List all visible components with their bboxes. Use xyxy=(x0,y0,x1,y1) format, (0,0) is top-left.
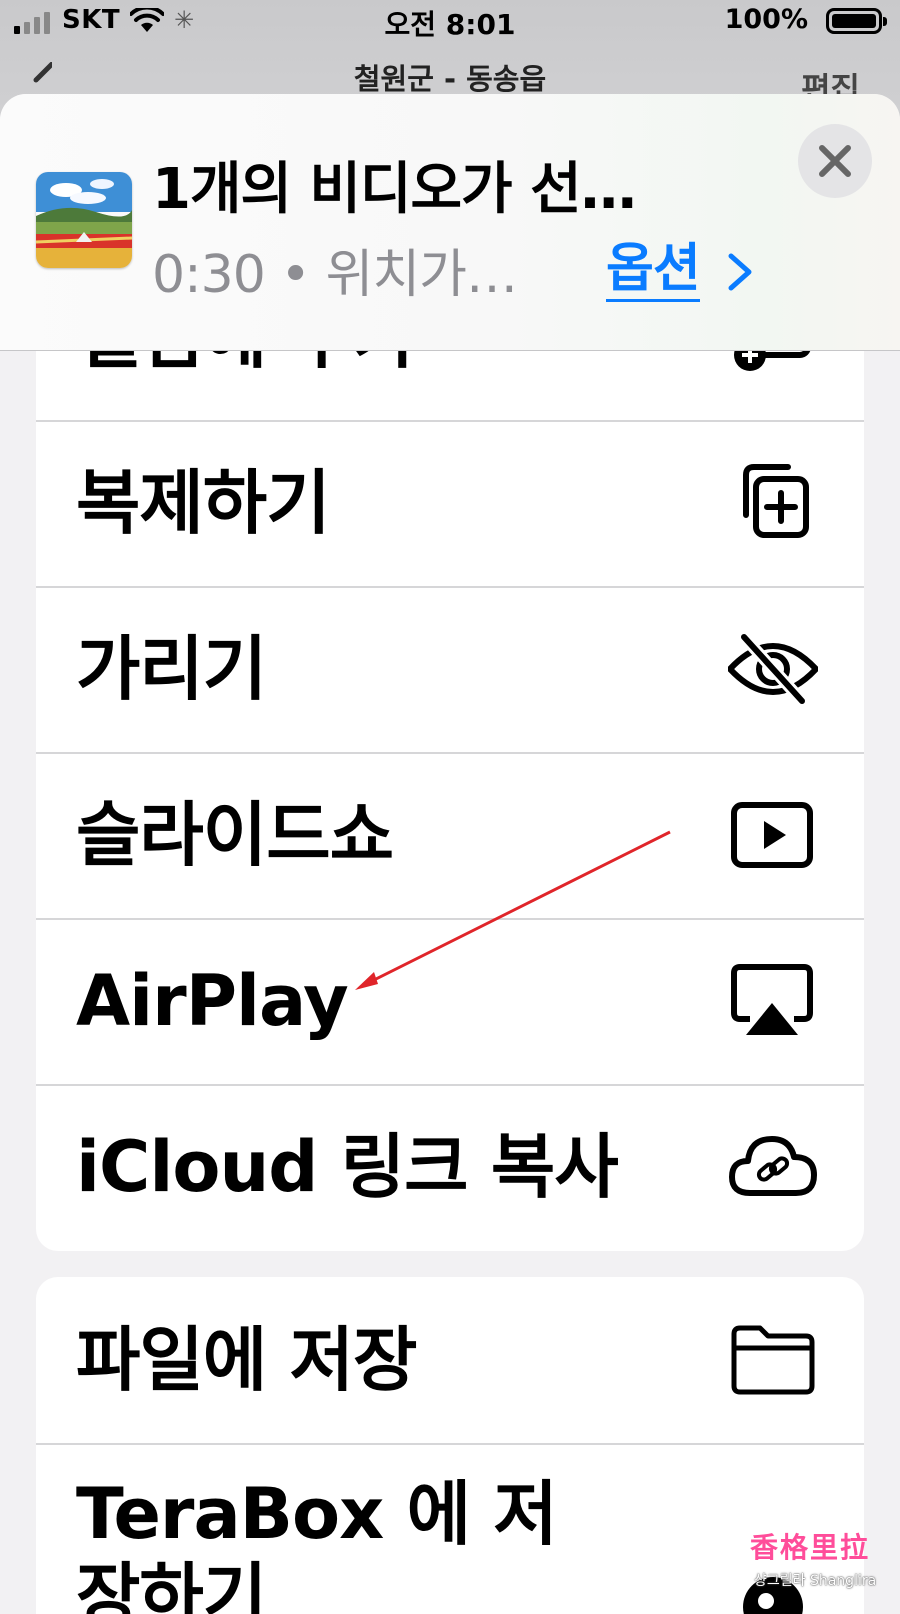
eye-slash-icon xyxy=(728,631,818,707)
share-subtitle: 0:30 • 위치가… xyxy=(152,245,518,305)
status-bar: SKT ✳ 오전 8:01 100% xyxy=(0,0,900,44)
battery-icon xyxy=(826,8,887,34)
share-title: 1개의 비디오가 선… xyxy=(152,157,637,222)
action-row-airplay[interactable]: AirPlay xyxy=(36,918,864,1084)
cloud-link-icon xyxy=(729,1136,817,1196)
action-label: AirPlay xyxy=(76,960,349,1042)
action-group-primary: 앨범에 추가 복제하기 가리기 xyxy=(36,214,864,1251)
folder-icon xyxy=(731,1325,815,1395)
action-label: 파일에 저장 xyxy=(76,1319,417,1401)
action-label: TeraBox 에 저장하기 xyxy=(76,1473,558,1614)
action-label: 슬라이드쇼 xyxy=(76,794,394,876)
action-row-hide[interactable]: 가리기 xyxy=(36,586,864,752)
row-divider xyxy=(36,1443,864,1445)
nav-title: 철원군 - 동송읍 xyxy=(353,62,547,96)
action-label: 가리기 xyxy=(76,628,267,710)
action-label: iCloud 링크 복사 xyxy=(76,1126,619,1208)
options-label: 옵션 xyxy=(606,239,701,302)
share-sheet: 1개의 비디오가 선… 0:30 • 위치가… 옵션 앨범에 추가 복제하 xyxy=(0,94,900,1614)
watermark-subtitle: 샹그릴라 Shanglira xyxy=(754,1573,877,1589)
battery-percentage: 100% xyxy=(724,4,808,35)
options-button[interactable]: 옵션 xyxy=(606,226,757,302)
watermark-logo: 香格里拉 샹그릴라 Shanglira xyxy=(740,1526,890,1596)
close-icon xyxy=(819,145,851,177)
action-row-duplicate[interactable]: 복제하기 xyxy=(36,420,864,586)
close-button[interactable] xyxy=(798,124,872,198)
play-rectangle-icon xyxy=(731,802,813,868)
watermark-title: 香格里拉 xyxy=(750,1531,871,1564)
action-row-slideshow[interactable]: 슬라이드쇼 xyxy=(36,752,864,918)
video-thumbnail xyxy=(36,172,132,268)
duplicate-icon xyxy=(743,464,809,538)
airplay-icon xyxy=(731,964,813,1035)
action-label: 복제하기 xyxy=(76,462,331,544)
action-row-icloud-link[interactable]: iCloud 링크 복사 xyxy=(36,1084,864,1250)
action-row-save-to-files[interactable]: 파일에 저장 xyxy=(36,1277,864,1443)
chevron-right-icon xyxy=(728,253,752,291)
share-sheet-header: 1개의 비디오가 선… 0:30 • 위치가… 옵션 xyxy=(0,94,900,351)
